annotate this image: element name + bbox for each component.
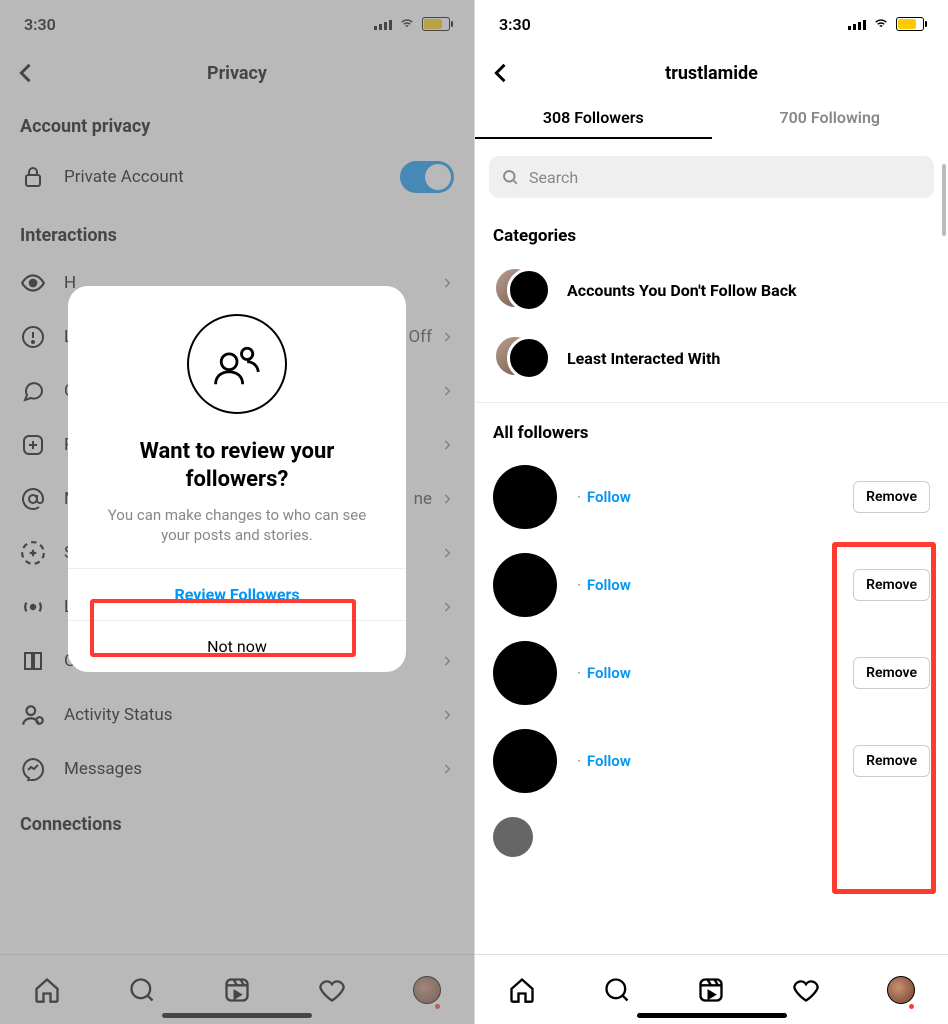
remove-button[interactable]: Remove xyxy=(853,481,930,513)
remove-button[interactable]: Remove xyxy=(853,657,930,689)
wifi-icon xyxy=(872,17,890,31)
status-bar: 3:30 xyxy=(475,0,948,48)
search-placeholder: Search xyxy=(529,168,578,187)
search-icon xyxy=(501,168,519,186)
nav-header: trustlamide xyxy=(475,48,948,98)
avatar-icon[interactable] xyxy=(493,465,557,529)
cellular-signal-icon xyxy=(848,18,866,30)
follow-button[interactable]: Follow xyxy=(587,576,631,594)
all-followers-title: All followers xyxy=(475,403,948,453)
avatar-stack-icon xyxy=(493,266,553,314)
category-least-interacted[interactable]: Least Interacted With xyxy=(475,324,948,392)
avatar-icon[interactable] xyxy=(493,553,557,617)
tab-reels[interactable] xyxy=(696,975,726,1005)
status-icons xyxy=(848,17,924,31)
category-not-follow-back[interactable]: Accounts You Don't Follow Back xyxy=(475,256,948,324)
follow-button[interactable]: Follow xyxy=(587,752,631,770)
tab-activity[interactable] xyxy=(791,975,821,1005)
modal-title: Want to review your followers? xyxy=(68,438,406,505)
avatar-icon[interactable] xyxy=(493,729,557,793)
home-indicator xyxy=(637,1013,787,1018)
search-input[interactable]: Search xyxy=(489,156,934,198)
battery-icon xyxy=(896,17,924,31)
avatar-icon xyxy=(887,976,915,1004)
remove-button[interactable]: Remove xyxy=(853,569,930,601)
tab-following[interactable]: 700 Following xyxy=(712,108,948,139)
avatar-icon[interactable] xyxy=(493,817,533,857)
followers-following-tabs: 308 Followers 700 Following xyxy=(475,98,948,148)
follow-button[interactable]: Follow xyxy=(587,488,631,506)
follow-button[interactable]: Follow xyxy=(587,664,631,682)
people-circle-icon xyxy=(187,314,287,414)
tab-followers[interactable]: 308 Followers xyxy=(475,108,712,139)
followers-screen: 3:30 trustlamide 308 Followers 700 Follo… xyxy=(474,0,948,1024)
tab-profile[interactable] xyxy=(886,975,916,1005)
page-title: trustlamide xyxy=(475,63,948,84)
tab-search[interactable] xyxy=(602,975,632,1005)
search-wrap: Search xyxy=(475,148,948,206)
avatar-stack-icon xyxy=(493,334,553,382)
notification-dot-icon xyxy=(909,1004,914,1009)
modal-body: You can make changes to who can see your… xyxy=(68,505,406,568)
categories-title: Categories xyxy=(475,206,948,256)
avatar-icon[interactable] xyxy=(493,641,557,705)
status-time: 3:30 xyxy=(499,15,531,34)
privacy-screen: 3:30 Privacy Account privacy Private Acc… xyxy=(0,0,474,1024)
follower-row: ·Follow Remove xyxy=(475,629,948,717)
follower-row xyxy=(475,805,948,869)
scrollbar[interactable] xyxy=(942,164,946,236)
remove-button[interactable]: Remove xyxy=(853,745,930,777)
tab-home[interactable] xyxy=(507,975,537,1005)
follower-row: ·Follow Remove xyxy=(475,453,948,541)
annotation-highlight xyxy=(90,599,356,657)
follower-row: ·Follow Remove xyxy=(475,541,948,629)
follower-row: ·Follow Remove xyxy=(475,717,948,805)
